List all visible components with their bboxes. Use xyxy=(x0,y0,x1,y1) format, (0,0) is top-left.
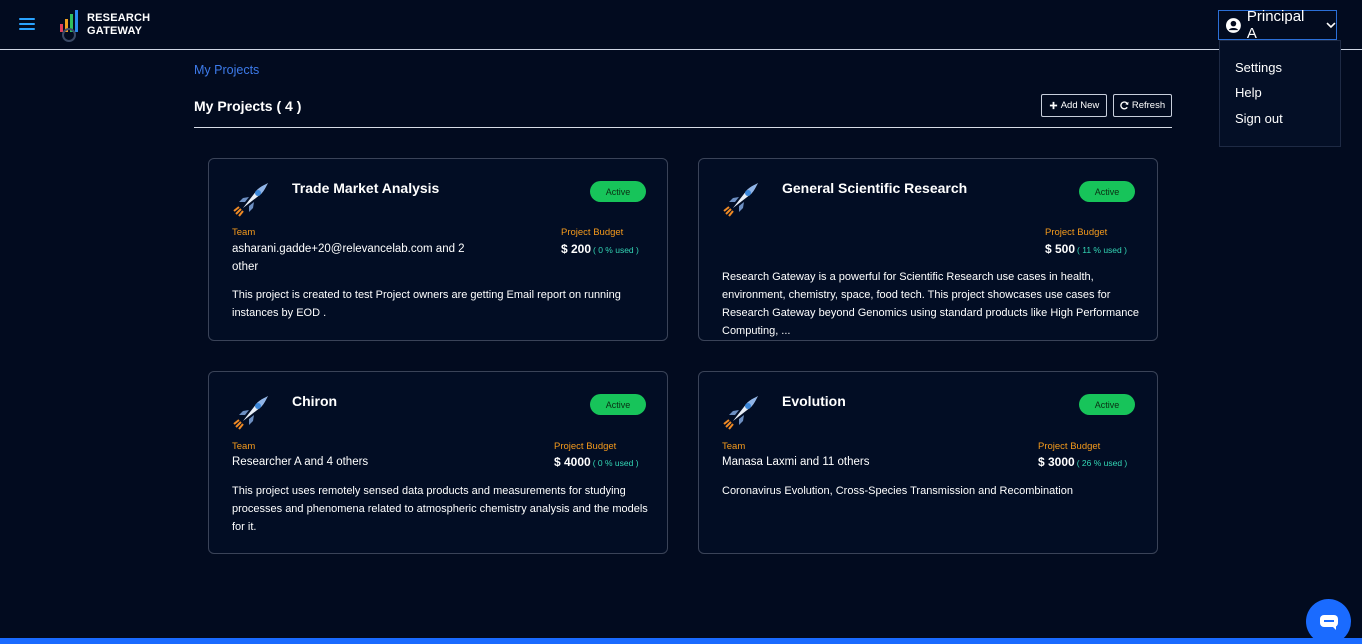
team-label: Team xyxy=(722,441,746,452)
description-line: Research Gateway is a powerful for Scien… xyxy=(722,271,1094,283)
title-divider xyxy=(194,127,1172,128)
chevron-down-icon xyxy=(1326,22,1336,29)
team-line-1: Researcher A and 4 others xyxy=(232,456,369,468)
refresh-label: Refresh xyxy=(1131,100,1166,111)
description-line: This project uses remotely sensed data p… xyxy=(232,485,626,497)
team-label: Team xyxy=(232,227,256,238)
menu-icon[interactable] xyxy=(19,17,35,31)
logo-line-2: GATEWAY xyxy=(87,25,143,37)
page-title: My Projects ( 4 ) xyxy=(194,98,302,114)
refresh-button[interactable]: Refresh xyxy=(1113,94,1172,117)
project-title[interactable]: Evolution xyxy=(782,393,846,409)
description-line: processes and phenomena related to atmos… xyxy=(232,503,648,515)
logo-icon xyxy=(60,10,78,42)
team-line-2: other xyxy=(232,261,259,273)
rocket-icon xyxy=(723,183,758,217)
user-menu-button[interactable]: Principal A xyxy=(1218,8,1337,42)
project-card[interactable]: General Scientific Research Active Proje… xyxy=(698,158,1158,341)
budget-amount: $ 200 xyxy=(561,242,592,256)
description-line: instances by EOD . xyxy=(232,307,327,319)
team-line-1: Manasa Laxmi and 11 others xyxy=(722,456,870,468)
menu-item-settings[interactable]: Settings xyxy=(1235,60,1282,75)
project-description: This project is created to test Project … xyxy=(232,286,621,322)
project-card[interactable]: Evolution Active Team Project Budget Man… xyxy=(698,371,1158,554)
plus-icon xyxy=(1049,101,1057,110)
project-description: Research Gateway is a powerful for Scien… xyxy=(722,268,1139,340)
budget-amount: $ 500 xyxy=(1045,242,1076,256)
add-new-button[interactable]: Add New xyxy=(1041,94,1107,117)
project-description: This project uses remotely sensed data p… xyxy=(232,482,648,536)
budget-value: $ 500( 11 % used ) xyxy=(1045,242,1127,256)
logo-line-1: RESEARCH xyxy=(87,12,151,24)
project-title[interactable]: General Scientific Research xyxy=(782,180,967,196)
budget-amount: $ 4000 xyxy=(554,455,591,469)
status-badge: Active xyxy=(590,394,646,415)
budget-amount: $ 3000 xyxy=(1038,455,1075,469)
team-value: Researcher A and 4 others xyxy=(232,453,502,471)
budget-label: Project Budget xyxy=(561,227,624,238)
team-value: asharani.gadde+20@relevancelab.com and 2… xyxy=(232,240,502,276)
budget-label: Project Budget xyxy=(554,441,617,452)
description-line: Research Gateway beyond Genomics using s… xyxy=(722,307,1139,319)
status-badge: Active xyxy=(1079,181,1135,202)
user-name: Principal A xyxy=(1246,8,1305,42)
project-card[interactable]: Chiron Active Team Project Budget Resear… xyxy=(208,371,668,554)
project-description: Coronavirus Evolution, Cross-Species Tra… xyxy=(722,482,1073,500)
team-value: Manasa Laxmi and 11 others xyxy=(722,453,992,471)
project-title[interactable]: Trade Market Analysis xyxy=(292,180,439,196)
chat-button[interactable] xyxy=(1306,599,1351,644)
status-badge: Active xyxy=(1079,394,1135,415)
team-label: Team xyxy=(232,441,256,452)
budget-value: $ 4000( 0 % used ) xyxy=(554,455,639,469)
bottom-accent-bar xyxy=(0,638,1362,644)
budget-used: ( 0 % used ) xyxy=(593,245,639,255)
budget-used: ( 26 % used ) xyxy=(1076,458,1128,468)
logo[interactable]: RESEARCH GATEWAY xyxy=(58,8,158,42)
budget-used: ( 11 % used ) xyxy=(1077,245,1127,255)
project-card[interactable]: Trade Market Analysis Active Team Projec… xyxy=(208,158,668,341)
description-line: Computing, ... xyxy=(722,325,791,337)
chat-icon xyxy=(1319,614,1338,630)
rocket-icon xyxy=(233,183,268,217)
description-line: Coronavirus Evolution, Cross-Species Tra… xyxy=(722,485,1073,497)
breadcrumb[interactable]: My Projects xyxy=(194,63,259,77)
budget-used: ( 0 % used ) xyxy=(592,458,639,468)
add-new-label: Add New xyxy=(1060,100,1100,111)
description-line: environment, chemistry, space, food tech… xyxy=(722,289,1111,301)
project-title[interactable]: Chiron xyxy=(292,393,337,409)
top-header: RESEARCH GATEWAY Principal A xyxy=(0,0,1362,50)
budget-value: $ 200( 0 % used ) xyxy=(561,242,639,256)
refresh-icon xyxy=(1120,101,1129,110)
rocket-icon xyxy=(723,396,758,430)
menu-item-sign-out[interactable]: Sign out xyxy=(1235,111,1283,126)
status-badge: Active xyxy=(590,181,646,202)
menu-item-help[interactable]: Help xyxy=(1235,85,1262,100)
budget-label: Project Budget xyxy=(1038,441,1101,452)
team-line-1: asharani.gadde+20@relevancelab.com and 2 xyxy=(232,243,465,255)
budget-label: Project Budget xyxy=(1045,227,1108,238)
user-circle-icon xyxy=(1226,17,1241,33)
user-dropdown-menu: Settings Help Sign out xyxy=(1219,40,1341,147)
description-line: This project is created to test Project … xyxy=(232,289,621,301)
budget-value: $ 3000( 26 % used ) xyxy=(1038,455,1127,469)
rocket-icon xyxy=(233,396,268,430)
description-line: for it. xyxy=(232,521,257,533)
